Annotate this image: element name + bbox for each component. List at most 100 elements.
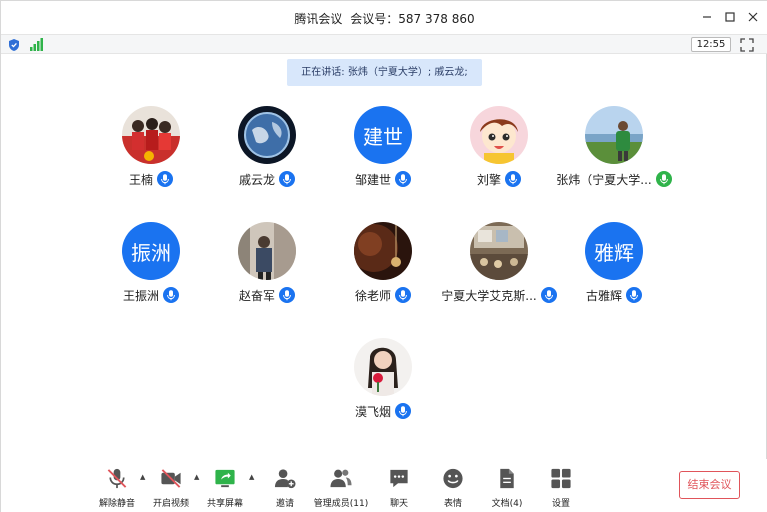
participant-avatar[interactable] [585, 106, 643, 164]
meeting-id-label: 会议号： [350, 12, 399, 26]
participant-avatar[interactable] [470, 106, 528, 164]
title-bar: 腾讯会议 会议号：587 378 860 [1, 1, 767, 34]
participant-nameline: 古雅辉 [554, 286, 674, 304]
participant-name: 王楠 [128, 172, 153, 187]
participant-avatar[interactable] [238, 222, 296, 280]
participant-nameline: 王楠 [91, 170, 211, 188]
mic-icon [395, 171, 411, 187]
start-video-label: 开启视频 [152, 499, 189, 509]
participant-name: 邹建世 [354, 172, 391, 187]
fullscreen-icon[interactable] [740, 38, 754, 52]
maximize-icon [725, 12, 735, 22]
participant-name: 戚云龙 [238, 172, 275, 187]
participant-name: 刘擎 [476, 172, 501, 187]
participant-tile[interactable]: 雅辉古雅辉 [554, 222, 674, 312]
manage-members-label: 管理成员(11) [313, 499, 369, 509]
meeting-toolbar: 解除静音 ▲ 开启视频 ▲ 共享屏幕 ▲ 邀请 管理成员(11) 聊天 表情 文… [1, 459, 767, 512]
participant-avatar[interactable] [354, 222, 412, 280]
participant-nameline: 戚云龙 [207, 170, 327, 188]
minimize-button[interactable] [696, 7, 718, 27]
speaking-indicator: 正在讲话: 张炜（宁夏大学）; 戚云龙; [287, 59, 482, 86]
chat-button[interactable]: 聊天 [369, 463, 429, 509]
document-icon [500, 468, 514, 489]
docs-button[interactable]: 文档(4) [477, 463, 537, 509]
participant-tile[interactable]: 漠飞烟 [323, 338, 443, 428]
participant-tile[interactable]: 戚云龙 [207, 106, 327, 196]
security-shield-icon[interactable] [7, 38, 21, 52]
add-person-icon [274, 469, 296, 489]
members-icon [330, 469, 352, 488]
participant-tile[interactable]: 宁夏大学艾克斯... [439, 222, 559, 312]
mic-icon [626, 287, 642, 303]
participant-name: 徐老师 [354, 288, 391, 303]
mic-icon [279, 171, 295, 187]
mic-active-icon [655, 171, 672, 187]
participant-nameline: 张炜（宁夏大学... [554, 170, 674, 188]
mic-icon [163, 287, 179, 303]
manage-members-button[interactable]: 管理成员(11) [311, 463, 371, 509]
emoji-button[interactable]: 表情 [423, 463, 483, 509]
signal-strength-icon[interactable] [29, 38, 43, 51]
participant-avatar[interactable] [354, 338, 412, 396]
participant-tile[interactable]: 刘擎 [439, 106, 559, 196]
settings-label: 设置 [551, 499, 570, 509]
close-icon [748, 12, 758, 22]
share-options-caret[interactable]: ▲ [249, 473, 254, 481]
participant-avatar[interactable]: 雅辉 [585, 222, 643, 280]
participant-avatar[interactable]: 建世 [354, 106, 412, 164]
participant-nameline: 王振洲 [91, 286, 211, 304]
emoji-label: 表情 [443, 499, 462, 509]
settings-button[interactable]: 设置 [531, 463, 591, 509]
avatar-initials: 振洲 [131, 240, 171, 265]
participant-nameline: 徐老师 [323, 286, 443, 304]
participant-tile[interactable]: 振洲王振洲 [91, 222, 211, 312]
docs-label: 文档(4) [491, 499, 523, 509]
end-meeting-button[interactable]: 结束会议 [679, 471, 740, 499]
participant-name: 赵奋军 [238, 288, 275, 303]
start-video-button[interactable]: 开启视频 [141, 463, 201, 509]
participant-nameline: 漠飞烟 [323, 402, 443, 420]
participant-name: 古雅辉 [585, 288, 622, 303]
participant-name: 王振洲 [122, 288, 159, 303]
status-bar: 12:55 [1, 34, 767, 54]
mic-icon [395, 403, 411, 419]
participant-tile[interactable]: 赵奋军 [207, 222, 327, 312]
meeting-clock: 12:55 [691, 37, 731, 52]
chat-label: 聊天 [389, 499, 408, 509]
participant-avatar[interactable] [122, 106, 180, 164]
smiley-icon [443, 468, 463, 489]
avatar-initials: 建世 [363, 124, 403, 149]
maximize-button[interactable] [719, 7, 741, 27]
participant-nameline: 赵奋军 [207, 286, 327, 304]
chat-icon [390, 469, 408, 488]
participant-name: 宁夏大学艾克斯... [441, 288, 537, 303]
share-screen-button[interactable]: 共享屏幕 [195, 463, 255, 509]
camera-off-icon [161, 469, 181, 488]
participant-tile[interactable]: 建世邹建世 [323, 106, 443, 196]
participant-name: 张炜（宁夏大学... [556, 172, 652, 187]
participant-tile[interactable]: 徐老师 [323, 222, 443, 312]
share-screen-label: 共享屏幕 [206, 499, 243, 509]
avatar-initials: 雅辉 [594, 240, 634, 265]
participant-name: 漠飞烟 [354, 404, 391, 419]
meeting-id: 587 378 860 [398, 12, 475, 26]
share-screen-icon [215, 469, 235, 488]
invite-label: 邀请 [275, 499, 294, 509]
close-button[interactable] [742, 7, 764, 27]
minimize-icon [703, 16, 711, 18]
mic-icon [395, 287, 411, 303]
participant-tile[interactable]: 王楠 [91, 106, 211, 196]
participant-nameline: 邹建世 [323, 170, 443, 188]
grid-settings-icon [551, 468, 571, 489]
window-title: 腾讯会议 会议号：587 378 860 [1, 10, 767, 27]
unmute-label: 解除静音 [98, 499, 135, 509]
participant-avatar[interactable]: 振洲 [122, 222, 180, 280]
participant-avatar[interactable] [238, 106, 296, 164]
mic-icon [157, 171, 173, 187]
meeting-window: 腾讯会议 会议号：587 378 860 12:55 正在讲话: 张炜（宁夏大学… [0, 0, 767, 512]
participant-avatar[interactable] [470, 222, 528, 280]
participant-tile[interactable]: 张炜（宁夏大学... [554, 106, 674, 196]
unmute-button[interactable]: 解除静音 [87, 463, 147, 509]
invite-button[interactable]: 邀请 [255, 463, 315, 509]
app-name: 腾讯会议 [294, 12, 343, 26]
